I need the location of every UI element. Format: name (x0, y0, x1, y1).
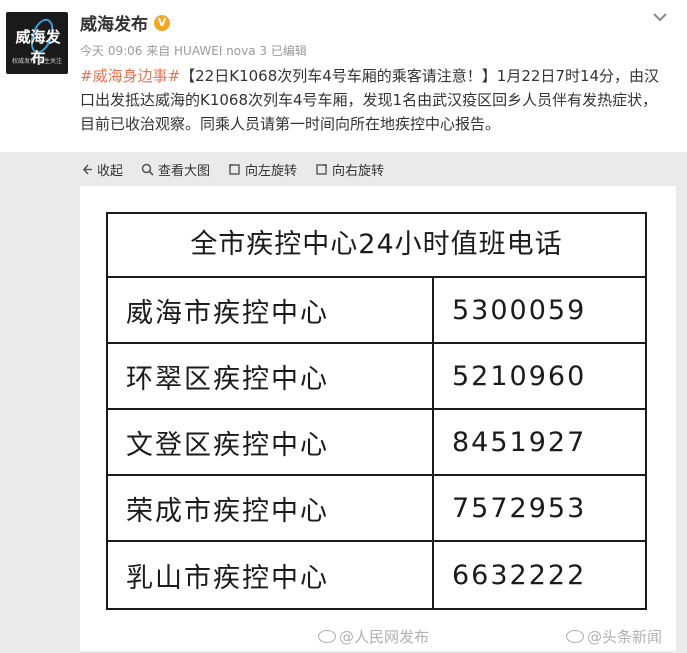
view-large-button[interactable]: 查看大图 (141, 160, 210, 179)
table-title: 全市疾控中心24小时值班电话 (190, 229, 563, 260)
rotate-right-button[interactable]: 向右旋转 (315, 160, 384, 179)
table-row: 乳山市疾控中心 6632222 (108, 540, 645, 608)
image-toolbar: 收起 查看大图 向左旋转 向右旋转 (80, 152, 402, 186)
table-row: 威海市疾控中心 5300059 (108, 276, 645, 342)
rotate-left-label: 向左旋转 (245, 163, 298, 179)
rotate-right-icon (316, 163, 327, 175)
table-row: 文登区疾控中心 8451927 (108, 408, 645, 474)
center-name: 乳山市疾控中心 (108, 542, 434, 608)
magnifier-icon (141, 163, 154, 176)
weibo-logo-icon (318, 630, 336, 643)
weibo-post-header: 威海发布 权威发布 民生关注 威海发布 V 今天 09:06 来自 HUAWEI… (0, 0, 687, 152)
table-row: 环翠区疾控中心 5210960 (108, 342, 645, 408)
chevron-down-icon[interactable] (649, 6, 671, 28)
center-name: 文登区疾控中心 (108, 410, 434, 474)
post-image[interactable]: 全市疾控中心24小时值班电话 威海市疾控中心 5300059 环翠区疾控中心 5… (80, 186, 676, 651)
collapse-button[interactable]: 收起 (80, 160, 123, 179)
watermark-right: @头条新闻 (566, 626, 662, 647)
watermark-right-text: @头条新闻 (587, 628, 663, 646)
avatar-logo-subtext: 权威发布 民生关注 (12, 58, 62, 65)
hotline-table: 全市疾控中心24小时值班电话 威海市疾控中心 5300059 环翠区疾控中心 5… (106, 212, 647, 610)
image-viewer-area: 收起 查看大图 向左旋转 向右旋转 全市疾控中心24小时值班电话 威海市疾控中心… (0, 152, 687, 653)
center-phone: 8451927 (452, 426, 587, 458)
post-meta: 今天 09:06 来自 HUAWEI nova 3 已编辑 (80, 44, 307, 58)
center-name: 环翠区疾控中心 (108, 344, 434, 408)
collapse-label: 收起 (97, 163, 124, 179)
table-title-row: 全市疾控中心24小时值班电话 (108, 214, 645, 276)
rotate-left-button[interactable]: 向左旋转 (228, 160, 297, 179)
view-large-label: 查看大图 (158, 163, 211, 179)
avatar[interactable]: 威海发布 权威发布 民生关注 (6, 12, 68, 74)
verified-badge-icon: V (154, 14, 170, 31)
center-name: 荣成市疾控中心 (108, 476, 434, 540)
center-phone: 7572953 (452, 492, 587, 524)
weibo-logo-icon (566, 630, 584, 643)
table-row: 荣成市疾控中心 7572953 (108, 474, 645, 540)
watermark-left-text: @人民网发布 (339, 628, 430, 646)
center-phone: 5300059 (452, 294, 587, 326)
watermark-left: @人民网发布 (318, 626, 429, 647)
author-name[interactable]: 威海发布 (80, 10, 148, 35)
center-name: 威海市疾控中心 (108, 278, 434, 342)
center-phone: 6632222 (452, 559, 587, 591)
hashtag-link[interactable]: #威海身边事# (80, 67, 180, 85)
post-body: #威海身边事#【22日K1068次列车4号车厢的乘客请注意！】1月22日7时14… (80, 64, 670, 136)
rotate-right-label: 向右旋转 (332, 163, 385, 179)
rotate-left-icon (229, 163, 240, 175)
center-phone: 5210960 (452, 360, 587, 392)
author-block: 威海发布 V (80, 10, 170, 35)
collapse-icon (82, 163, 92, 175)
